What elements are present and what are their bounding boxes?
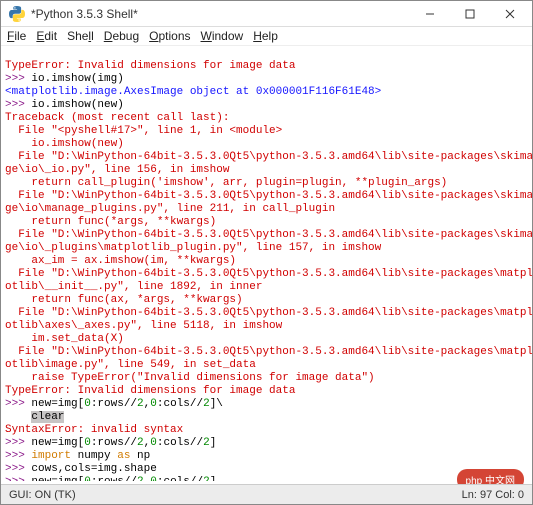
traceback-line: File "D:\WinPython-64bit-3.5.3.0Qt5\pyth… xyxy=(5,190,532,215)
keyword: import xyxy=(31,450,71,462)
traceback-line: File "<pyshell#17>", line 1, in <module> xyxy=(5,125,282,137)
error-line: TypeError: Invalid dimensions for image … xyxy=(5,385,295,397)
menu-debug[interactable]: Debug xyxy=(104,29,139,43)
console-area[interactable]: TypeError: Invalid dimensions for image … xyxy=(1,46,532,481)
traceback-line: ax_im = ax.imshow(im, **kwargs) xyxy=(5,255,236,267)
prompt: >>> xyxy=(5,99,31,111)
input-line: io.imshow(img) xyxy=(31,73,123,85)
traceback-line: return func(*args, **kwargs) xyxy=(5,216,216,228)
traceback-header: Traceback (most recent call last): xyxy=(5,112,229,124)
prompt: >>> xyxy=(5,437,31,449)
highlighted-text: clear xyxy=(31,411,64,423)
prompt: >>> xyxy=(5,398,31,410)
keyword: as xyxy=(117,450,130,462)
status-bar: GUI: ON (TK) Ln: 97 Col: 0 xyxy=(1,484,532,504)
minimize-button[interactable] xyxy=(410,1,450,27)
maximize-button[interactable] xyxy=(450,1,490,27)
input-line: io.imshow(new) xyxy=(31,99,123,111)
traceback-line: raise TypeError("Invalid dimensions for … xyxy=(5,372,375,384)
traceback-line: File "D:\WinPython-64bit-3.5.3.0Qt5\pyth… xyxy=(5,346,532,371)
menu-help[interactable]: Help xyxy=(253,29,278,43)
traceback-line: return func(ax, *args, **kwargs) xyxy=(5,294,243,306)
code: new=img[ xyxy=(31,398,84,410)
traceback-line: File "D:\WinPython-64bit-3.5.3.0Qt5\pyth… xyxy=(5,307,532,332)
menu-window[interactable]: Window xyxy=(201,29,244,43)
menu-shell[interactable]: Shell xyxy=(67,29,94,43)
traceback-line: File "D:\WinPython-64bit-3.5.3.0Qt5\pyth… xyxy=(5,229,532,254)
traceback-line: File "D:\WinPython-64bit-3.5.3.0Qt5\pyth… xyxy=(5,151,532,176)
input-line: cows,cols=img.shape xyxy=(31,463,156,475)
syntax-error: SyntaxError: invalid syntax xyxy=(5,424,183,436)
menu-file[interactable]: File xyxy=(7,29,26,43)
prompt: >>> xyxy=(5,476,31,481)
prompt: >>> xyxy=(5,73,31,85)
prompt: >>> xyxy=(5,450,31,462)
traceback-line: return call_plugin('imshow', arr, plugin… xyxy=(5,177,447,189)
close-button[interactable] xyxy=(490,1,530,27)
status-left: GUI: ON (TK) xyxy=(9,489,76,501)
menu-edit[interactable]: Edit xyxy=(36,29,57,43)
window-titlebar: *Python 3.5.3 Shell* xyxy=(1,1,532,27)
window-title: *Python 3.5.3 Shell* xyxy=(31,7,410,21)
status-right: Ln: 97 Col: 0 xyxy=(462,489,524,501)
traceback-line: im.set_data(X) xyxy=(5,333,124,345)
prompt: >>> xyxy=(5,463,31,475)
error-line: TypeError: Invalid dimensions for image … xyxy=(5,60,295,72)
python-icon xyxy=(9,6,25,22)
traceback-line: io.imshow(new) xyxy=(5,138,124,150)
window-controls xyxy=(410,1,530,27)
output-line: <matplotlib.image.AxesImage object at 0x… xyxy=(5,86,381,98)
menu-options[interactable]: Options xyxy=(149,29,190,43)
menu-bar: File Edit Shell Debug Options Window Hel… xyxy=(1,27,532,46)
traceback-line: File "D:\WinPython-64bit-3.5.3.0Qt5\pyth… xyxy=(5,268,532,293)
